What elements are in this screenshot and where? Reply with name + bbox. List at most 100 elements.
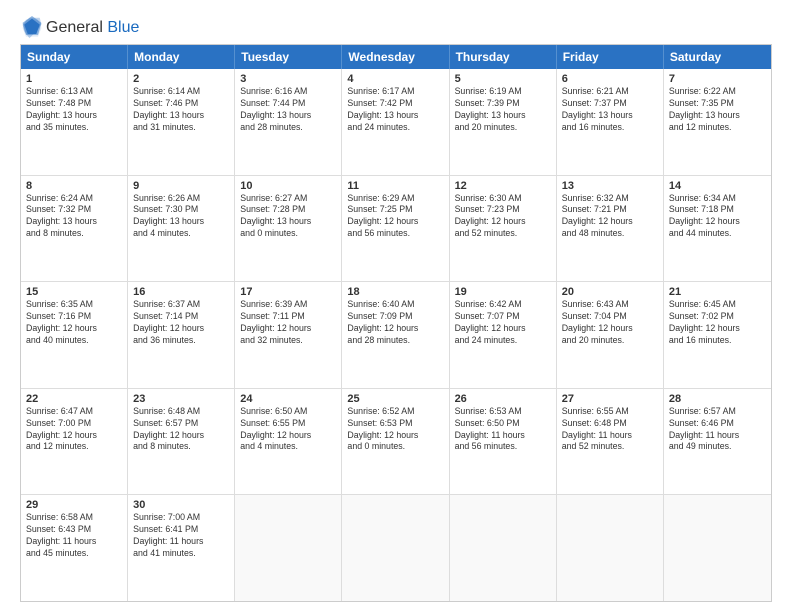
day-number: 19 [455,286,551,298]
day-number: 14 [669,180,766,192]
logo-blue: Blue [103,19,139,36]
weekday-header: Friday [557,45,664,69]
day-number: 26 [455,393,551,405]
calendar-row: 8Sunrise: 6:24 AM Sunset: 7:32 PM Daylig… [21,175,771,282]
calendar-cell: 23Sunrise: 6:48 AM Sunset: 6:57 PM Dayli… [128,389,235,495]
day-info: Sunrise: 6:22 AM Sunset: 7:35 PM Dayligh… [669,86,766,134]
day-info: Sunrise: 6:40 AM Sunset: 7:09 PM Dayligh… [347,299,443,347]
weekday-header: Thursday [450,45,557,69]
day-info: Sunrise: 6:50 AM Sunset: 6:55 PM Dayligh… [240,406,336,454]
day-number: 8 [26,180,122,192]
logo: General Blue [20,16,139,40]
calendar-cell [557,495,664,601]
day-info: Sunrise: 6:30 AM Sunset: 7:23 PM Dayligh… [455,193,551,241]
calendar-cell: 3Sunrise: 6:16 AM Sunset: 7:44 PM Daylig… [235,69,342,175]
calendar-body: 1Sunrise: 6:13 AM Sunset: 7:48 PM Daylig… [21,69,771,601]
weekday-header: Tuesday [235,45,342,69]
calendar-cell: 26Sunrise: 6:53 AM Sunset: 6:50 PM Dayli… [450,389,557,495]
calendar-cell [342,495,449,601]
calendar-cell: 2Sunrise: 6:14 AM Sunset: 7:46 PM Daylig… [128,69,235,175]
page: General Blue SundayMondayTuesdayWednesda… [0,0,792,612]
calendar-row: 1Sunrise: 6:13 AM Sunset: 7:48 PM Daylig… [21,69,771,175]
calendar-cell: 10Sunrise: 6:27 AM Sunset: 7:28 PM Dayli… [235,176,342,282]
day-info: Sunrise: 6:55 AM Sunset: 6:48 PM Dayligh… [562,406,658,454]
calendar-row: 29Sunrise: 6:58 AM Sunset: 6:43 PM Dayli… [21,494,771,601]
calendar-cell: 16Sunrise: 6:37 AM Sunset: 7:14 PM Dayli… [128,282,235,388]
day-number: 23 [133,393,229,405]
day-number: 28 [669,393,766,405]
calendar-cell: 7Sunrise: 6:22 AM Sunset: 7:35 PM Daylig… [664,69,771,175]
logo-icon [22,16,42,40]
day-number: 15 [26,286,122,298]
calendar-cell: 6Sunrise: 6:21 AM Sunset: 7:37 PM Daylig… [557,69,664,175]
calendar-cell: 27Sunrise: 6:55 AM Sunset: 6:48 PM Dayli… [557,389,664,495]
calendar-cell [450,495,557,601]
day-number: 17 [240,286,336,298]
calendar-cell: 12Sunrise: 6:30 AM Sunset: 7:23 PM Dayli… [450,176,557,282]
calendar-cell: 17Sunrise: 6:39 AM Sunset: 7:11 PM Dayli… [235,282,342,388]
day-info: Sunrise: 6:39 AM Sunset: 7:11 PM Dayligh… [240,299,336,347]
calendar-row: 22Sunrise: 6:47 AM Sunset: 7:00 PM Dayli… [21,388,771,495]
day-info: Sunrise: 6:48 AM Sunset: 6:57 PM Dayligh… [133,406,229,454]
day-info: Sunrise: 6:35 AM Sunset: 7:16 PM Dayligh… [26,299,122,347]
day-info: Sunrise: 6:27 AM Sunset: 7:28 PM Dayligh… [240,193,336,241]
day-info: Sunrise: 6:19 AM Sunset: 7:39 PM Dayligh… [455,86,551,134]
day-number: 21 [669,286,766,298]
calendar-cell: 30Sunrise: 7:00 AM Sunset: 6:41 PM Dayli… [128,495,235,601]
day-info: Sunrise: 6:14 AM Sunset: 7:46 PM Dayligh… [133,86,229,134]
calendar-cell: 13Sunrise: 6:32 AM Sunset: 7:21 PM Dayli… [557,176,664,282]
day-number: 2 [133,73,229,85]
calendar-cell: 21Sunrise: 6:45 AM Sunset: 7:02 PM Dayli… [664,282,771,388]
calendar-cell: 25Sunrise: 6:52 AM Sunset: 6:53 PM Dayli… [342,389,449,495]
day-info: Sunrise: 6:47 AM Sunset: 7:00 PM Dayligh… [26,406,122,454]
day-number: 10 [240,180,336,192]
day-info: Sunrise: 6:42 AM Sunset: 7:07 PM Dayligh… [455,299,551,347]
weekday-header: Sunday [21,45,128,69]
day-info: Sunrise: 6:43 AM Sunset: 7:04 PM Dayligh… [562,299,658,347]
day-info: Sunrise: 6:13 AM Sunset: 7:48 PM Dayligh… [26,86,122,134]
calendar-cell: 5Sunrise: 6:19 AM Sunset: 7:39 PM Daylig… [450,69,557,175]
day-number: 7 [669,73,766,85]
calendar-cell: 29Sunrise: 6:58 AM Sunset: 6:43 PM Dayli… [21,495,128,601]
day-number: 22 [26,393,122,405]
day-info: Sunrise: 6:58 AM Sunset: 6:43 PM Dayligh… [26,512,122,560]
calendar-cell: 4Sunrise: 6:17 AM Sunset: 7:42 PM Daylig… [342,69,449,175]
day-info: Sunrise: 6:53 AM Sunset: 6:50 PM Dayligh… [455,406,551,454]
day-number: 1 [26,73,122,85]
weekday-header: Saturday [664,45,771,69]
day-number: 20 [562,286,658,298]
calendar-cell [664,495,771,601]
calendar-row: 15Sunrise: 6:35 AM Sunset: 7:16 PM Dayli… [21,281,771,388]
day-number: 29 [26,499,122,511]
day-number: 27 [562,393,658,405]
calendar-cell: 22Sunrise: 6:47 AM Sunset: 7:00 PM Dayli… [21,389,128,495]
day-info: Sunrise: 6:29 AM Sunset: 7:25 PM Dayligh… [347,193,443,241]
logo-general: General [46,19,103,36]
day-info: Sunrise: 6:34 AM Sunset: 7:18 PM Dayligh… [669,193,766,241]
calendar-cell: 28Sunrise: 6:57 AM Sunset: 6:46 PM Dayli… [664,389,771,495]
day-number: 16 [133,286,229,298]
calendar-cell: 8Sunrise: 6:24 AM Sunset: 7:32 PM Daylig… [21,176,128,282]
day-number: 6 [562,73,658,85]
weekday-header: Wednesday [342,45,449,69]
calendar-cell: 20Sunrise: 6:43 AM Sunset: 7:04 PM Dayli… [557,282,664,388]
day-number: 12 [455,180,551,192]
day-info: Sunrise: 6:37 AM Sunset: 7:14 PM Dayligh… [133,299,229,347]
logo-text: General Blue [46,19,139,37]
calendar-cell: 14Sunrise: 6:34 AM Sunset: 7:18 PM Dayli… [664,176,771,282]
day-info: Sunrise: 6:26 AM Sunset: 7:30 PM Dayligh… [133,193,229,241]
calendar: SundayMondayTuesdayWednesdayThursdayFrid… [20,44,772,602]
day-info: Sunrise: 7:00 AM Sunset: 6:41 PM Dayligh… [133,512,229,560]
day-number: 5 [455,73,551,85]
day-number: 4 [347,73,443,85]
day-number: 25 [347,393,443,405]
day-number: 11 [347,180,443,192]
day-number: 24 [240,393,336,405]
calendar-header: SundayMondayTuesdayWednesdayThursdayFrid… [21,45,771,69]
weekday-header: Monday [128,45,235,69]
calendar-cell: 15Sunrise: 6:35 AM Sunset: 7:16 PM Dayli… [21,282,128,388]
calendar-cell: 9Sunrise: 6:26 AM Sunset: 7:30 PM Daylig… [128,176,235,282]
day-number: 13 [562,180,658,192]
day-info: Sunrise: 6:21 AM Sunset: 7:37 PM Dayligh… [562,86,658,134]
calendar-cell: 1Sunrise: 6:13 AM Sunset: 7:48 PM Daylig… [21,69,128,175]
